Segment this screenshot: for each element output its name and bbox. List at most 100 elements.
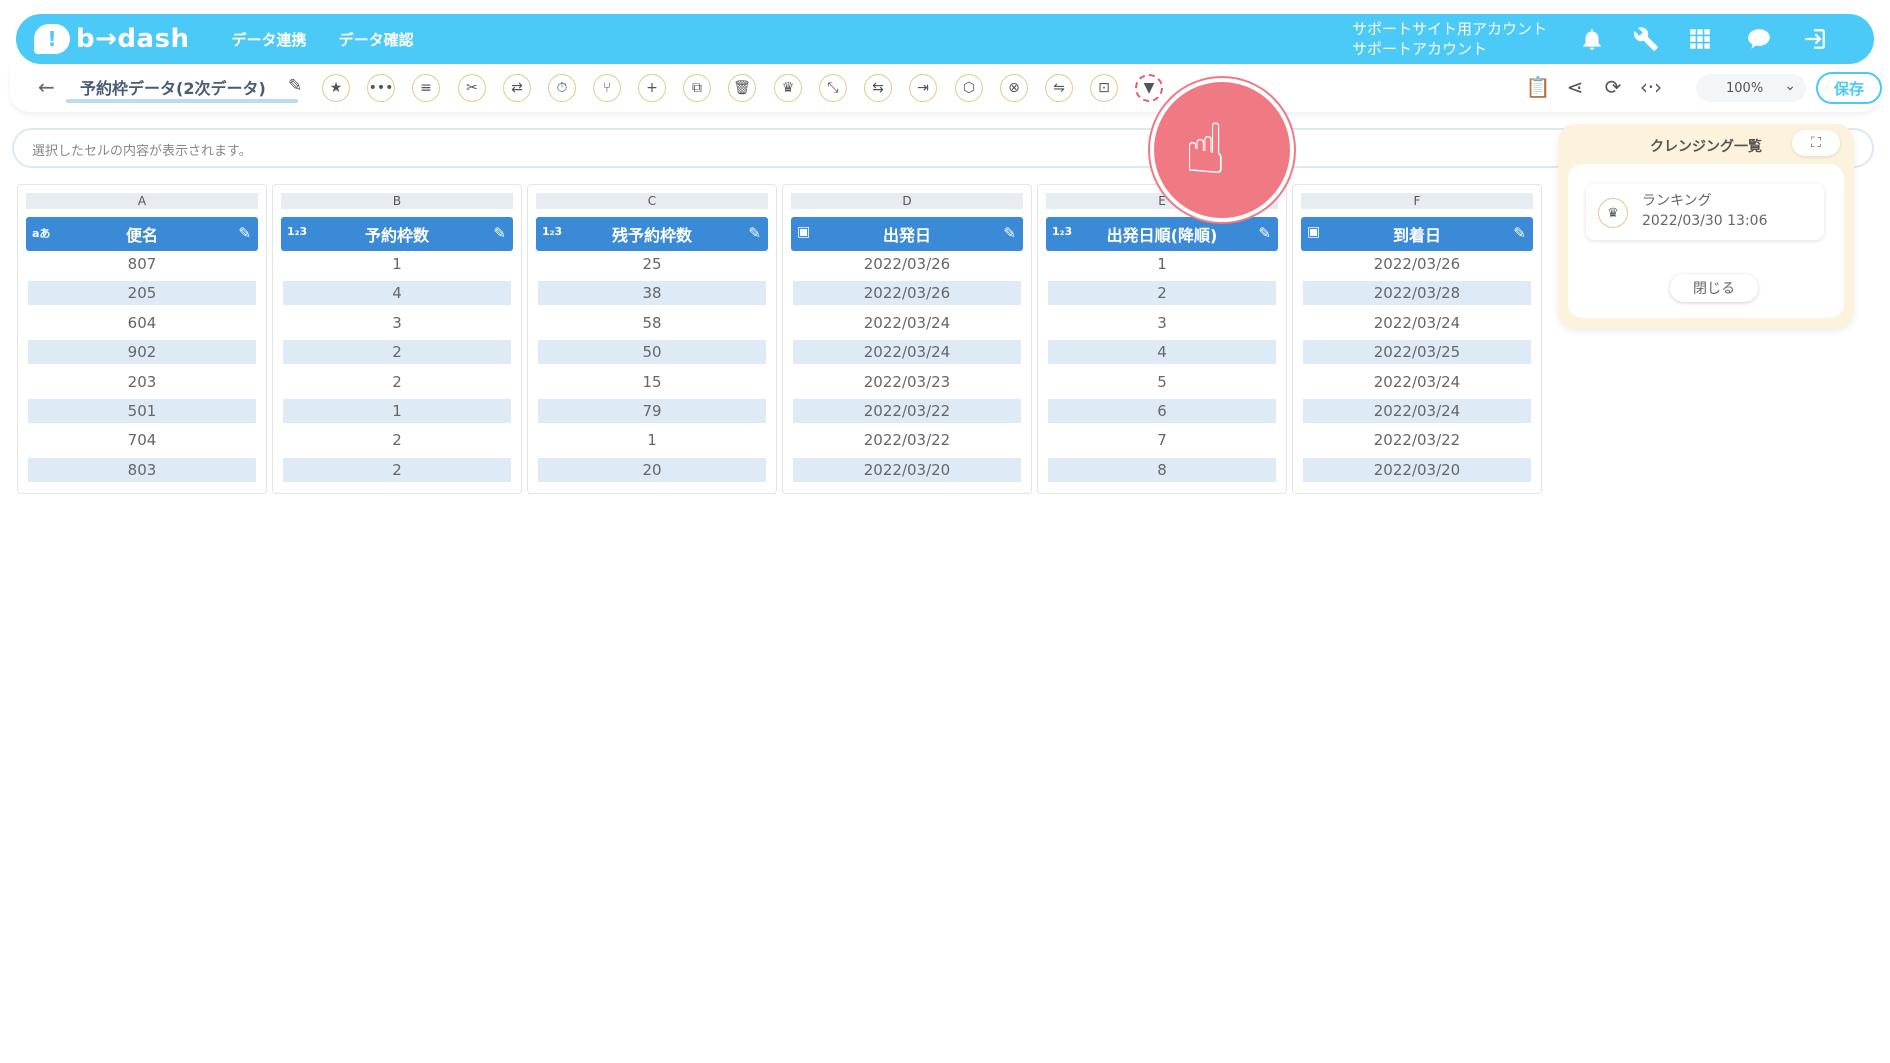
table-cell[interactable]: 38 — [538, 281, 766, 306]
table-cell[interactable]: 2022/03/25 — [1303, 340, 1531, 365]
shrink-icon[interactable]: ⤡ — [819, 74, 847, 102]
table-cell[interactable]: 2022/03/20 — [1303, 457, 1531, 482]
table-cell[interactable]: 2 — [283, 370, 511, 394]
edit-column-pencil-icon[interactable]: ✎ — [748, 224, 761, 242]
account-info[interactable]: サポートサイト用アカウント サポートアカウント — [1352, 19, 1547, 59]
crown-ranking-icon[interactable]: ♛ — [774, 74, 802, 102]
table-cell[interactable]: 15 — [538, 370, 766, 394]
table-cell[interactable]: 902 — [28, 340, 256, 365]
table-cell[interactable]: 2 — [1048, 281, 1276, 306]
table-cell[interactable]: 50 — [538, 340, 766, 365]
favorite-star-icon[interactable]: ★ — [322, 74, 350, 102]
delete-icon[interactable]: 🗑 — [728, 74, 756, 102]
table-cell[interactable]: 205 — [28, 281, 256, 306]
table-cell[interactable]: 1 — [538, 428, 766, 452]
add-icon[interactable]: + — [638, 74, 666, 102]
table-cell[interactable]: 2 — [283, 428, 511, 452]
cleansing-item-ranking[interactable]: ♛ ランキング 2022/03/30 13:06 — [1586, 184, 1824, 240]
table-cell[interactable]: 807 — [28, 252, 256, 276]
table-cell[interactable]: 7 — [1048, 428, 1276, 452]
more-dots-icon[interactable]: ••• — [367, 74, 395, 102]
column-letter[interactable]: A — [26, 193, 258, 209]
table-cell[interactable]: 803 — [28, 457, 256, 482]
table-cell[interactable]: 2022/03/24 — [1303, 370, 1531, 394]
table-cell[interactable]: 501 — [28, 399, 256, 423]
table-cell[interactable]: 2022/03/26 — [793, 281, 1021, 306]
document-title[interactable]: 予約枠データ(2次データ) — [80, 75, 266, 99]
app-grid-icon[interactable] — [1685, 24, 1715, 54]
wrench-icon[interactable] — [1631, 24, 1661, 54]
column-header[interactable]: 1₂3 残予約枠数 ✎ — [536, 217, 768, 251]
cut-icon[interactable]: ✂ — [458, 74, 486, 102]
table-cell[interactable]: 1 — [1048, 252, 1276, 276]
table-cell[interactable]: 8 — [1048, 457, 1276, 482]
column-letter[interactable]: C — [536, 193, 768, 209]
timer-icon[interactable]: ⏱ — [548, 74, 576, 102]
close-button[interactable]: 閉じる — [1670, 274, 1758, 302]
column-header[interactable]: aあ 便名 ✎ — [26, 217, 258, 251]
edit-title-pencil-icon[interactable]: ✎ — [288, 76, 302, 96]
logo[interactable]: ! b→dash — [34, 24, 190, 54]
edit-column-pencil-icon[interactable]: ✎ — [1513, 224, 1526, 242]
table-cell[interactable]: 3 — [283, 311, 511, 335]
column-header[interactable]: ▣ 出発日 ✎ — [791, 217, 1023, 251]
edit-column-pencil-icon[interactable]: ✎ — [1003, 224, 1016, 242]
logout-icon[interactable] — [1799, 24, 1829, 54]
table-cell[interactable]: 20 — [538, 457, 766, 482]
column-header[interactable]: 1₂3 出発日順(降順) ✎ — [1046, 217, 1278, 251]
table-cell[interactable]: 6 — [1048, 399, 1276, 423]
swap-icon[interactable]: ⇆ — [864, 74, 892, 102]
bird-mascot-icon[interactable] — [1744, 24, 1774, 54]
table-cell[interactable]: 2022/03/20 — [793, 457, 1021, 482]
table-cell[interactable]: 3 — [1048, 311, 1276, 335]
table-cell[interactable]: 79 — [538, 399, 766, 423]
clipboard-icon[interactable]: 📋 — [1525, 75, 1551, 99]
table-cell[interactable]: 25 — [538, 252, 766, 276]
table-cell[interactable]: 604 — [28, 311, 256, 335]
edit-column-pencil-icon[interactable]: ✎ — [1258, 224, 1271, 242]
clear-icon[interactable]: ⊗ — [1000, 74, 1028, 102]
share-icon[interactable]: ⋖ — [1562, 75, 1588, 99]
table-cell[interactable]: 2022/03/28 — [1303, 281, 1531, 306]
table-cell[interactable]: 203 — [28, 370, 256, 394]
edit-column-pencil-icon[interactable]: ✎ — [493, 224, 506, 242]
table-cell[interactable]: 2022/03/24 — [793, 340, 1021, 365]
table-cell[interactable]: 58 — [538, 311, 766, 335]
expand-icon[interactable]: ⛶ — [1792, 130, 1840, 156]
filter-icon[interactable]: ▼ — [1135, 74, 1163, 102]
table-cell[interactable]: 2022/03/24 — [1303, 311, 1531, 335]
refresh-icon[interactable]: ⟳ — [1600, 75, 1626, 99]
copy-icon[interactable]: ⧉ — [683, 74, 711, 102]
table-cell[interactable]: 4 — [1048, 340, 1276, 365]
table-cell[interactable]: 2022/03/24 — [793, 311, 1021, 335]
table-cell[interactable]: 2022/03/22 — [793, 428, 1021, 452]
frame-icon[interactable]: ⊡ — [1090, 74, 1118, 102]
column-header[interactable]: 1₂3 予約枠数 ✎ — [281, 217, 513, 251]
table-cell[interactable]: 2022/03/26 — [1303, 252, 1531, 276]
column-header[interactable]: ▣ 到着日 ✎ — [1301, 217, 1533, 251]
nav-data-integration[interactable]: データ連携 — [232, 29, 307, 50]
branch-icon[interactable]: ⑂ — [593, 74, 621, 102]
table-cell[interactable]: 2 — [283, 457, 511, 482]
bell-icon[interactable] — [1577, 24, 1607, 54]
list-icon[interactable]: ≡ — [412, 74, 440, 102]
table-cell[interactable]: 4 — [283, 281, 511, 306]
table-cell[interactable]: 2 — [283, 340, 511, 365]
save-button[interactable]: 保存 — [1816, 72, 1882, 104]
table-cell[interactable]: 2022/03/22 — [793, 399, 1021, 423]
table-cell[interactable]: 1 — [283, 252, 511, 276]
code-icon[interactable]: ‹·› — [1638, 75, 1664, 99]
package-icon[interactable]: ⬡ — [955, 74, 983, 102]
table-cell[interactable]: 2022/03/22 — [1303, 428, 1531, 452]
table-cell[interactable]: 704 — [28, 428, 256, 452]
column-letter[interactable]: D — [791, 193, 1023, 209]
transform-icon[interactable]: ⇥ — [909, 74, 937, 102]
zoom-select[interactable]: 100% ⌄ — [1696, 74, 1806, 102]
back-arrow-icon[interactable]: ← — [38, 75, 55, 99]
table-cell[interactable]: 1 — [283, 399, 511, 423]
table-cell[interactable]: 2022/03/24 — [1303, 399, 1531, 423]
table-cell[interactable]: 5 — [1048, 370, 1276, 394]
edit-column-pencil-icon[interactable]: ✎ — [238, 224, 251, 242]
replace-icon[interactable]: ⇄ — [503, 74, 531, 102]
nav-data-check[interactable]: データ確認 — [339, 29, 414, 50]
